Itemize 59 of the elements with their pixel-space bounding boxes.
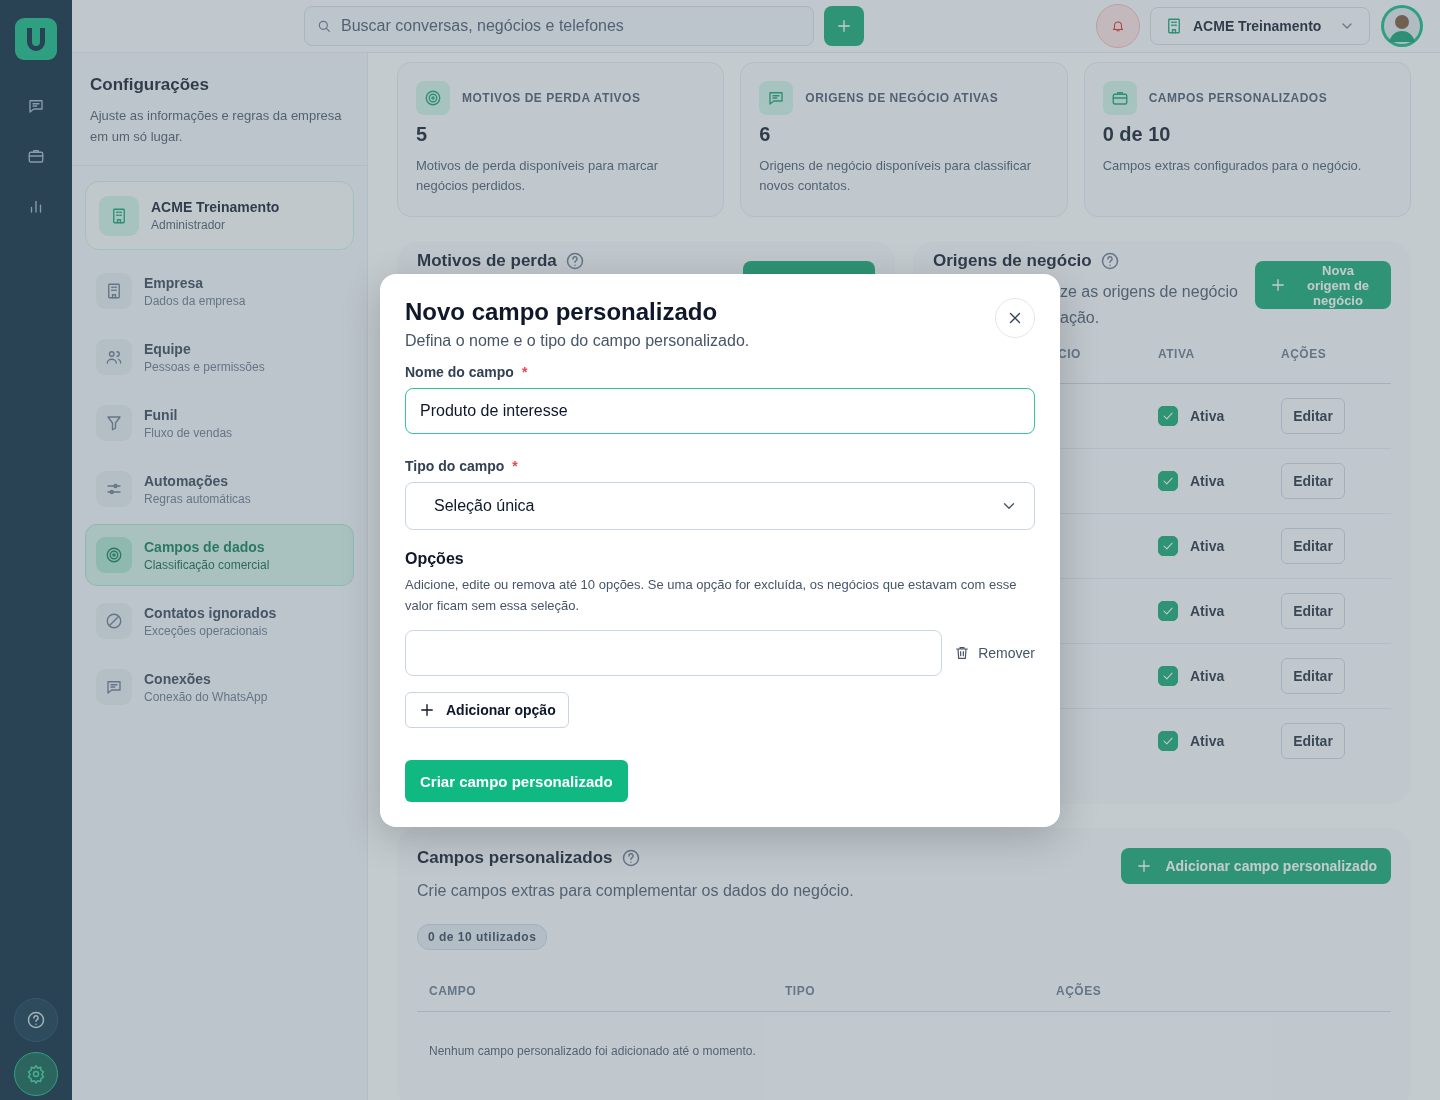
edit-button[interactable]: Editar — [1281, 463, 1345, 499]
stat-description: Campos extras configurados para o negócio. — [1102, 157, 1363, 175]
settings-nav-item[interactable]: Campos de dados Classificação comercial — [85, 524, 354, 586]
field-label: Nome do campo — [405, 364, 514, 380]
status-label: Ativa — [1190, 408, 1225, 424]
column-header: AÇÕES — [1281, 347, 1328, 361]
options-description: Adicione, edite ou remova até 10 opções. Se uma opção for excluída, os negócios que estavam com esse valor ficam sem essa seleção. — [405, 576, 1018, 615]
field-name-input[interactable]: Produto de interesse — [405, 388, 1035, 434]
card-description: ação. — [1060, 308, 1101, 328]
stat-description: Motivos de perda disponíveis para marcar negócios perdidos. — [416, 157, 660, 195]
organization-name: ACME Treinamento — [151, 199, 280, 215]
edit-button[interactable]: Editar — [1281, 593, 1345, 629]
card-description: ze as origens de negócio — [1060, 282, 1238, 302]
search-field[interactable]: Buscar conversas, negócios e telefones — [304, 6, 814, 46]
settings-nav-item[interactable]: Funil Fluxo de vendas — [85, 392, 354, 454]
remove-button[interactable]: Remover — [954, 645, 1035, 661]
organization-dropdown[interactable]: ACME Treinamento — [1150, 7, 1370, 45]
empty-message: Nenhum campo personalizado foi adicionado até o momento. — [428, 1043, 757, 1060]
edit-button[interactable]: Editar — [1281, 723, 1345, 759]
stat-value: 6 — [759, 123, 772, 146]
settings-nav-item[interactable]: Conexões Conexão do WhatsApp — [85, 656, 354, 718]
status-label: Ativa — [1190, 733, 1225, 749]
organization-role: Administrador — [151, 218, 227, 232]
modal-subtitle: Defina o nome e o tipo do campo personalizado. — [405, 332, 750, 350]
field-label: Tipo do campo — [405, 458, 505, 474]
required-mark: * — [512, 458, 518, 474]
card-description: Crie campos extras para complementar os dados do negócio. — [417, 881, 854, 901]
settings-nav-item[interactable]: Contatos ignorados Exceções operacionais — [85, 590, 354, 652]
required-mark: * — [521, 364, 528, 380]
settings-description: Ajuste as informações e regras da empresa em um só lugar. — [90, 107, 343, 146]
card-title: Origens de negócio — [933, 251, 1092, 271]
field-type-dropdown[interactable]: Seleção única — [405, 482, 1035, 530]
card-title: Motivos de perda — [417, 251, 557, 271]
settings-nav-item[interactable]: Automações Regras automáticas — [85, 458, 354, 520]
settings-nav-item[interactable]: Empresa Dados da empresa — [85, 260, 354, 322]
status-label: Ativa — [1190, 473, 1225, 489]
card-title: Campos personalizados — [417, 848, 613, 868]
stat-value: 0 de 10 — [1102, 123, 1172, 146]
stat-description: Origens de negócio disponíveis para classificar novos contatos. — [759, 157, 1033, 195]
usage-badge: 0 de 10 utilizados — [417, 924, 548, 950]
edit-button[interactable]: Editar — [1281, 658, 1345, 694]
edit-button[interactable]: Editar — [1281, 528, 1345, 564]
column-header: ATIVA — [1158, 347, 1196, 361]
options-title: Opções — [405, 550, 464, 568]
status-label: Ativa — [1190, 668, 1225, 684]
stat-title: CAMPOS PERSONALIZADOS — [1148, 91, 1328, 105]
settings-title: Configurações — [90, 75, 211, 95]
column-header: TIPO — [785, 983, 816, 998]
stat-title: MOTIVOS DE PERDA ATIVOS — [462, 91, 641, 105]
edit-button[interactable]: Editar — [1281, 398, 1345, 434]
column-header: CAMPO — [429, 983, 478, 998]
stat-value: 5 — [416, 123, 429, 146]
column-header: AÇÕES — [1056, 983, 1103, 998]
modal-title: Novo campo personalizado — [405, 298, 719, 326]
settings-nav-item[interactable]: Equipe Pessoas e permissões — [85, 326, 354, 388]
status-label: Ativa — [1190, 538, 1225, 554]
add-option-button[interactable]: Adicionar opção — [405, 692, 569, 728]
stat-title: ORIGENS DE NEGÓCIO ATIVAS — [805, 91, 999, 105]
status-label: Ativa — [1190, 603, 1225, 619]
